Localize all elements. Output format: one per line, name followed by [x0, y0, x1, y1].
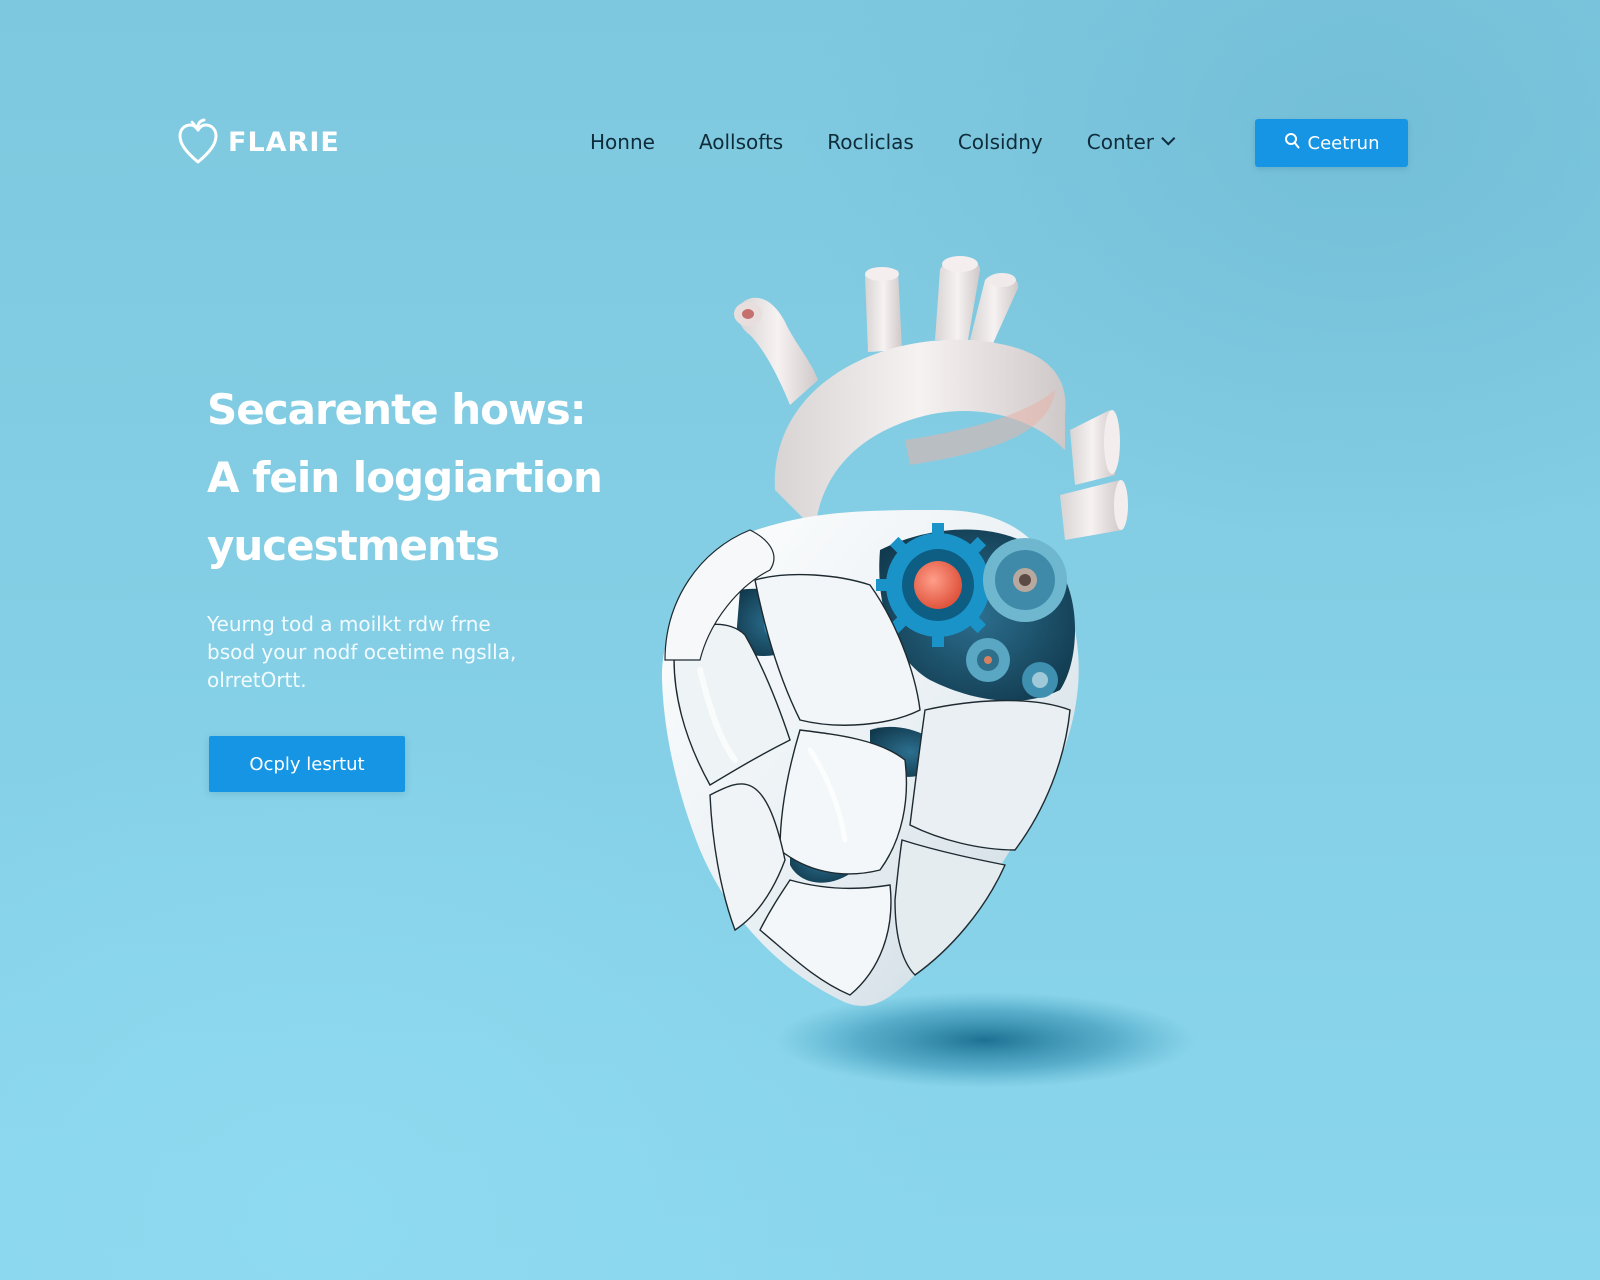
hero-subtitle-line: olrretOrtt. [207, 668, 307, 692]
nav-item-label: Honne [590, 130, 655, 154]
hero-title-line: yucestments [207, 521, 500, 570]
nav-item-contact-dropdown[interactable]: Conter [1086, 130, 1176, 154]
search-icon [1284, 132, 1300, 155]
chevron-down-icon [1161, 131, 1176, 146]
nav-item-label: Rocliclas [827, 130, 914, 154]
nav-item-label: Aollsofts [698, 130, 784, 154]
main-nav: Honne Aollsofts Rocliclas Colsidny Conte… [590, 130, 1176, 154]
hero-subtitle-line: bsod your nodf ocetime ngslla, [207, 640, 517, 664]
brand-logo[interactable]: FLARIE [178, 118, 340, 166]
hero-subtitle-line: Yeurng tod a moilkt rdw frne [207, 612, 491, 636]
hero-title-line: A fein loggiartion [207, 453, 603, 502]
hero-title: Secarente hows: A fein loggiartion yuces… [207, 376, 627, 580]
nav-item-label: Conter [1086, 130, 1155, 154]
nav-item-solutions[interactable]: Aollsofts [699, 130, 783, 154]
robotic-heart-illustration [640, 240, 1200, 1120]
nav-item-company[interactable]: Colsidny [958, 130, 1043, 154]
hero-cta-button[interactable]: Ocply lesrtut [209, 736, 405, 792]
header-cta-label: Ceetrun [1307, 132, 1380, 154]
nav-item-label: Colsidny [957, 130, 1043, 154]
nav-item-products[interactable]: Rocliclas [827, 130, 914, 154]
brand-name: FLARIE [228, 126, 340, 158]
hero-cta-label: Ocply lesrtut [249, 753, 365, 775]
hero-title-line: Secarente hows: [207, 385, 587, 434]
hero-subtitle: Yeurng tod a moilkt rdw frne bsod your n… [207, 610, 567, 694]
heart-icon [178, 118, 218, 166]
nav-item-home[interactable]: Honne [590, 130, 655, 154]
header-cta-button[interactable]: Ceetrun [1255, 119, 1408, 167]
